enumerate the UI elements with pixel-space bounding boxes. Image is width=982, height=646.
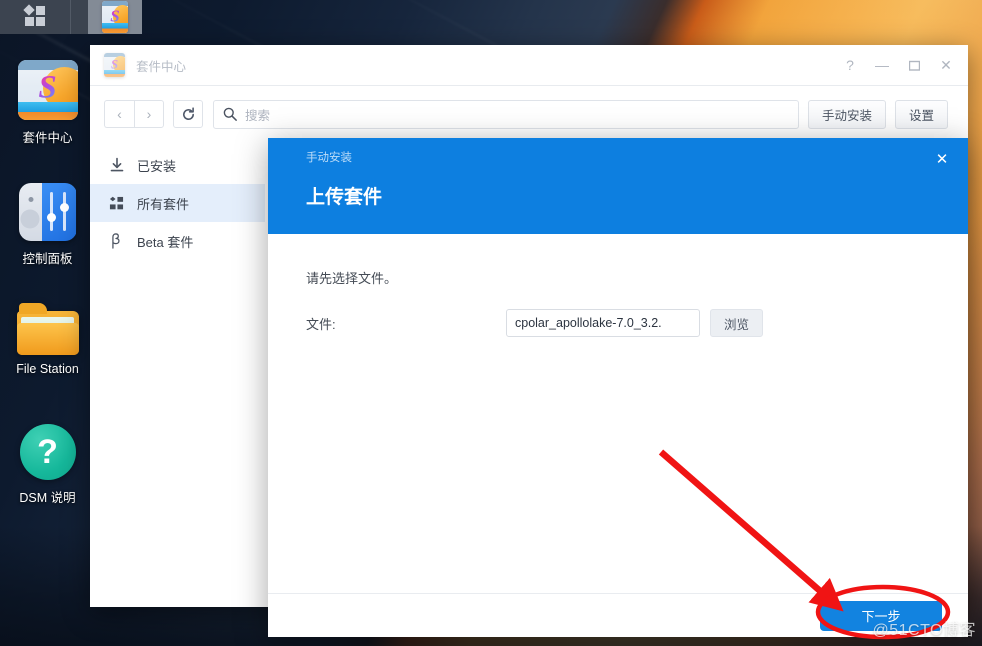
manual-install-dialog: 手动安装 上传套件 ✕ 请先选择文件。 文件: cpolar_apollolak…	[268, 138, 968, 637]
sidebar-item-label: 已安装	[137, 158, 177, 174]
sidebar-item-beta-packages[interactable]: Beta 套件	[90, 222, 265, 260]
window-help-button[interactable]: ?	[834, 49, 866, 81]
search-placeholder: 搜索	[245, 108, 271, 123]
desktop-shortcut-file-station[interactable]: File Station	[0, 303, 95, 376]
next-button[interactable]: 下一步	[820, 600, 942, 631]
window-close-button[interactable]: ✕	[930, 49, 962, 81]
taskbar-item-package-center[interactable]: S	[88, 0, 142, 34]
shortcut-label: DSM 说明	[19, 491, 76, 505]
refresh-button[interactable]	[173, 100, 203, 128]
taskbar-divider	[70, 0, 71, 34]
dialog-hint-text: 请先选择文件。	[306, 271, 398, 286]
back-button[interactable]: ‹	[104, 100, 134, 128]
package-sidebar: 已安装 所有套件 Beta 套件	[90, 142, 265, 607]
desktop-shortcut-dsm-help[interactable]: ? DSM 说明	[0, 424, 95, 506]
grid-icon	[108, 196, 125, 211]
forward-button[interactable]: ›	[134, 100, 164, 128]
folder-icon	[16, 303, 79, 355]
dialog-title: 上传套件	[306, 187, 383, 208]
shortcut-label: File Station	[16, 362, 79, 376]
dialog-header: 手动安装 上传套件 ✕	[268, 138, 968, 234]
sidebar-item-installed[interactable]: 已安装	[90, 146, 265, 184]
search-input[interactable]: 搜索	[213, 99, 799, 129]
package-center-icon: S	[102, 1, 128, 33]
desktop-shortcut-control-panel[interactable]: 控制面板	[0, 183, 95, 267]
refresh-icon	[182, 106, 194, 120]
download-icon	[108, 157, 125, 173]
search-icon	[223, 107, 237, 121]
grid-icon	[23, 4, 46, 28]
window-titlebar: S 套件中心 ? — ✕	[90, 45, 968, 86]
help-question-icon: ?	[19, 424, 76, 480]
file-path-input[interactable]: cpolar_apollolake-7.0_3.2.	[506, 309, 700, 337]
shortcut-label: 控制面板	[22, 252, 73, 266]
settings-button[interactable]: 设置	[894, 99, 948, 129]
file-label: 文件:	[306, 316, 336, 332]
shortcut-label: 套件中心	[22, 131, 73, 145]
nav-button-group: ‹ ›	[104, 100, 164, 128]
window-minimize-button[interactable]: —	[866, 49, 898, 81]
sidebar-item-label: Beta 套件	[137, 234, 194, 250]
dialog-body: 请先选择文件。 文件: cpolar_apollolake-7.0_3.2. 浏…	[268, 234, 968, 593]
package-center-icon: S	[104, 53, 125, 77]
control-panel-icon	[18, 183, 77, 241]
package-center-icon: S	[17, 60, 78, 120]
window-maximize-button[interactable]	[898, 49, 930, 81]
dialog-breadcrumb: 手动安装	[306, 152, 352, 164]
taskbar-apps-button[interactable]	[0, 0, 70, 34]
dialog-close-button[interactable]: ✕	[929, 146, 955, 172]
desktop-shortcut-package-center[interactable]: S 套件中心	[0, 60, 95, 146]
maximize-icon	[908, 60, 920, 71]
window-title: 套件中心	[136, 59, 187, 74]
sidebar-item-label: 所有套件	[137, 196, 190, 212]
browse-button[interactable]: 浏览	[710, 309, 764, 337]
dialog-footer: 下一步	[268, 593, 968, 637]
file-selection-row: 文件: cpolar_apollolake-7.0_3.2. 浏览	[306, 309, 930, 337]
manual-install-button[interactable]: 手动安装	[807, 99, 886, 129]
sidebar-item-all-packages[interactable]: 所有套件	[90, 184, 265, 222]
window-toolbar: ‹ › 搜索 手动安装 设置	[90, 86, 968, 142]
beta-icon	[108, 233, 125, 249]
